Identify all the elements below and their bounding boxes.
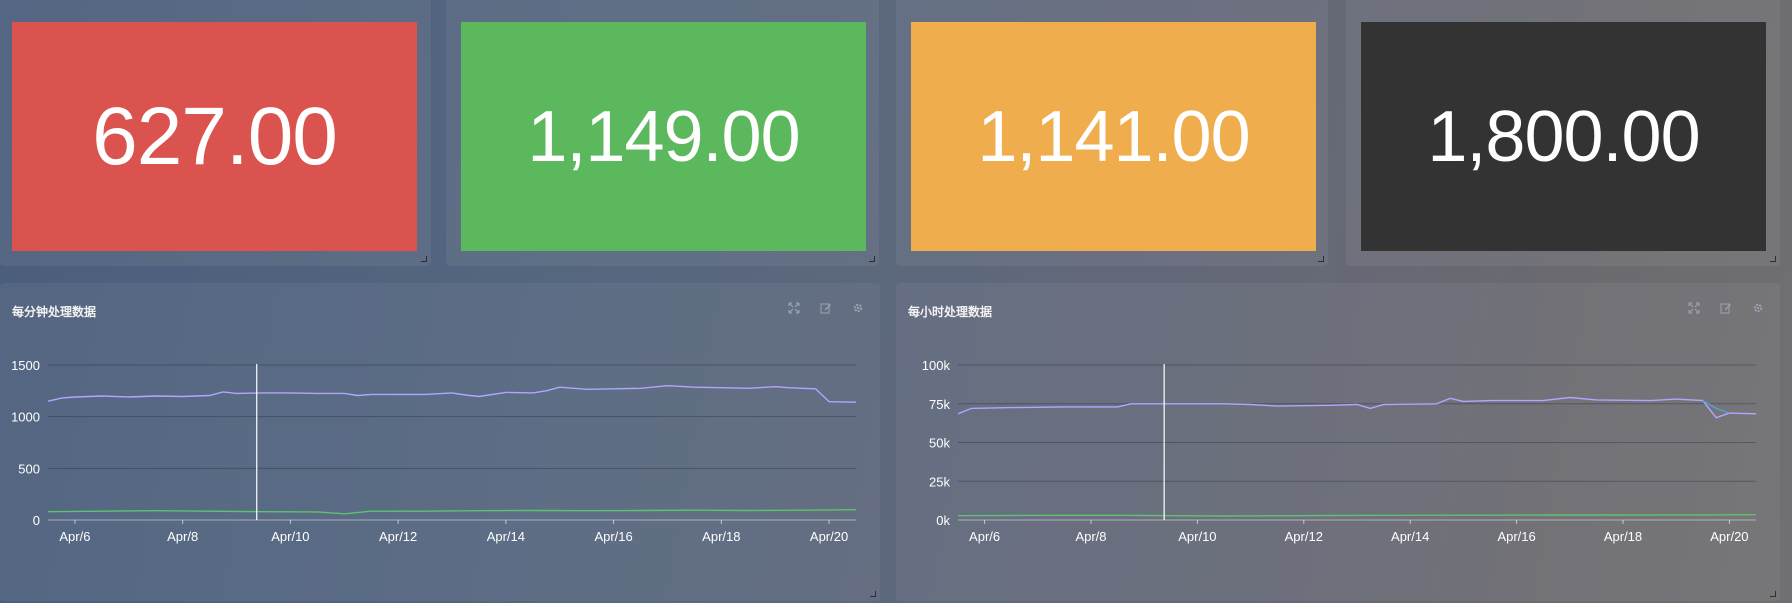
line-chart-per-minute[interactable]: 0 500 1000 1500 Apr/6 Apr/8 Apr/10 Apr/12 Apr/14… — [0, 283, 880, 601]
stat-panel-4: 1,800.00 — [1346, 0, 1780, 266]
stat-value: 1,149.00 — [527, 96, 800, 177]
x-tick-label: Apr/10 — [1178, 529, 1216, 544]
series-line-1[interactable] — [957, 396, 1757, 419]
series-line-3[interactable] — [957, 514, 1757, 517]
x-tick-label: Apr/16 — [1497, 529, 1535, 544]
x-tick-label: Apr/6 — [59, 529, 90, 544]
stat-tile-4: 1,800.00 — [1361, 22, 1766, 251]
y-tick-label: 1000 — [11, 410, 40, 425]
x-tick-label: Apr/8 — [167, 529, 198, 544]
resize-handle[interactable] — [869, 256, 875, 262]
resize-handle[interactable] — [1770, 591, 1776, 597]
x-tick-label: Apr/10 — [271, 529, 309, 544]
x-tick-label: Apr/20 — [810, 529, 848, 544]
stat-panel-2: 1,149.00 — [446, 0, 879, 266]
stat-value: 1,141.00 — [977, 96, 1250, 177]
line-chart-per-hour[interactable]: 0k 25k 50k 75k 100k Apr/6 Apr/8 Apr/10 Apr/12 Apr… — [896, 283, 1780, 601]
y-tick-label: 1500 — [11, 358, 40, 373]
x-tick-label: Apr/20 — [1710, 529, 1748, 544]
y-tick-label: 500 — [18, 461, 40, 476]
y-tick-label: 0 — [33, 513, 40, 528]
stat-panel-1: 627.00 — [0, 0, 431, 266]
stat-tile-3: 1,141.00 — [911, 22, 1316, 251]
stat-panel-3: 1,141.00 — [896, 0, 1328, 266]
x-tick-label: Apr/12 — [379, 529, 417, 544]
y-tick-label: 25k — [929, 474, 950, 489]
resize-handle[interactable] — [870, 591, 876, 597]
chart-panel-per-minute: 每分钟处理数据 0 500 1000 1500 Apr/6 Apr/8 Apr/10 Apr/… — [0, 283, 880, 601]
x-tick-label: Apr/16 — [594, 529, 632, 544]
x-tick-label: Apr/8 — [1075, 529, 1106, 544]
y-tick-label: 0k — [936, 513, 950, 528]
x-tick-label: Apr/18 — [702, 529, 740, 544]
resize-handle[interactable] — [1770, 256, 1776, 262]
x-tick-label: Apr/18 — [1604, 529, 1642, 544]
chart-panel-per-hour: 每小时处理数据 0k 25k 50k 75k 100k Apr/6 Apr/8 Apr/10 A… — [896, 283, 1780, 601]
x-tick-label: Apr/14 — [487, 529, 525, 544]
x-tick-label: Apr/12 — [1285, 529, 1323, 544]
stat-value: 1,800.00 — [1427, 96, 1700, 177]
stat-tile-1: 627.00 — [12, 22, 417, 251]
stat-value: 627.00 — [92, 90, 338, 182]
resize-handle[interactable] — [421, 256, 427, 262]
y-tick-label: 100k — [922, 358, 951, 373]
resize-handle[interactable] — [1318, 256, 1324, 262]
series-line-2[interactable] — [47, 509, 857, 515]
x-tick-label: Apr/14 — [1391, 529, 1429, 544]
x-tick-label: Apr/6 — [969, 529, 1000, 544]
y-tick-label: 50k — [929, 436, 950, 451]
series-line-1[interactable] — [47, 384, 857, 403]
stat-tile-2: 1,149.00 — [461, 22, 866, 251]
y-tick-label: 75k — [929, 397, 950, 412]
